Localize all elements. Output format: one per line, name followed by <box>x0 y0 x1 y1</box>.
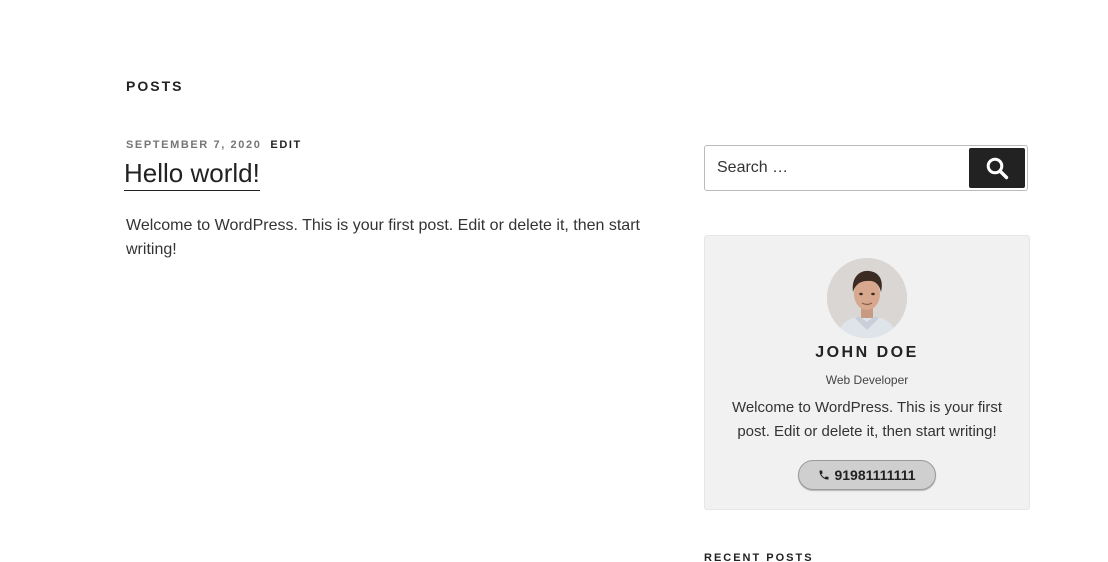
page: POSTS SEPTEMBER 7, 2020 EDIT Hello world!… <box>0 0 1108 562</box>
phone-button[interactable]: 91981111111 <box>798 460 936 490</box>
profile-card: JOHN DOE Web Developer Welcome to WordPr… <box>704 235 1030 510</box>
post-meta: SEPTEMBER 7, 2020 EDIT <box>126 139 302 151</box>
recent-posts-title: RECENT POSTS <box>704 552 814 562</box>
avatar <box>827 258 907 338</box>
search-icon <box>986 157 1009 180</box>
post-excerpt: Welcome to WordPress. This is your first… <box>126 217 640 258</box>
edit-post-link[interactable]: EDIT <box>270 139 301 151</box>
post-date-link[interactable]: SEPTEMBER 7, 2020 <box>126 139 261 151</box>
profile-name: JOHN DOE <box>815 344 919 361</box>
profile-role: Web Developer <box>825 373 909 387</box>
phone-number: 91981111111 <box>834 467 916 483</box>
search-button[interactable] <box>969 148 1025 188</box>
page-title: POSTS <box>126 78 184 94</box>
search-form <box>704 145 1028 191</box>
phone-icon <box>819 470 829 480</box>
profile-bio: Welcome to WordPress. This is your first… <box>731 399 1003 440</box>
post-title-link[interactable]: Hello world! <box>124 156 260 191</box>
search-input[interactable] <box>705 146 965 190</box>
